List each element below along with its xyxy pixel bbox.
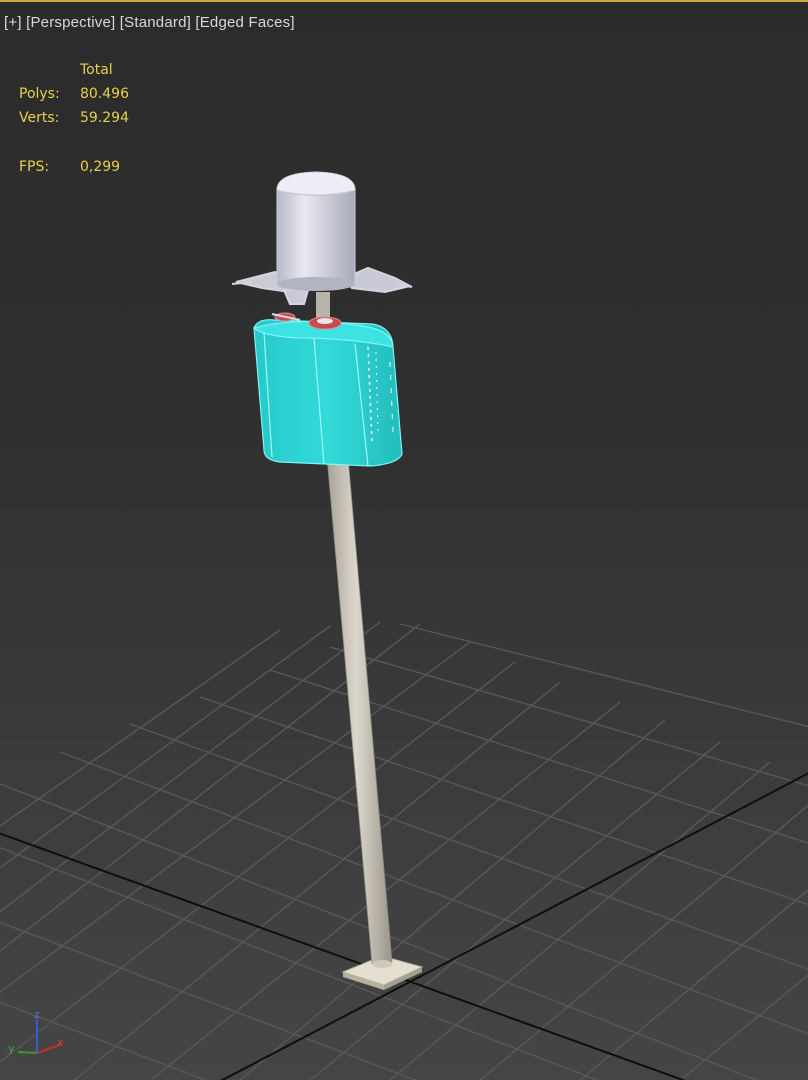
stats-total-header: Total bbox=[80, 62, 113, 78]
viewport-shading-menu[interactable]: [Standard] bbox=[120, 14, 191, 31]
stats-fps-label: FPS: bbox=[19, 159, 50, 175]
axis-x-label: x bbox=[57, 1036, 64, 1049]
viewport-label-menu[interactable]: [+] [Perspective] [Standard] [Edged Face… bbox=[4, 14, 295, 31]
stats-verts-value: 59.294 bbox=[80, 110, 129, 126]
viewport-point-of-view-menu[interactable]: [Perspective] bbox=[26, 14, 115, 31]
stats-verts-label: Verts: bbox=[19, 110, 60, 126]
viewport-edged-faces-menu[interactable]: [Edged Faces] bbox=[195, 14, 294, 31]
stats-polys-label: Polys: bbox=[19, 86, 60, 102]
axis-y-label: y bbox=[8, 1042, 15, 1055]
stats-fps-value: 0,299 bbox=[80, 159, 121, 175]
home-grid bbox=[0, 621, 808, 1080]
viewport-scene[interactable]: z x y bbox=[0, 2, 808, 1080]
pole bbox=[326, 456, 393, 968]
lamp-head-cylinder bbox=[276, 171, 356, 291]
perspective-viewport[interactable]: z x y [+] [Perspective] [Standard] [Edge… bbox=[0, 0, 808, 1080]
selected-cabinet bbox=[252, 319, 403, 467]
stats-polys-value: 80.496 bbox=[80, 86, 129, 102]
viewport-general-menu[interactable]: [+] bbox=[4, 14, 22, 31]
axis-z-label: z bbox=[34, 1008, 40, 1021]
axis-tripod-gizmo: z x y bbox=[8, 1008, 64, 1055]
